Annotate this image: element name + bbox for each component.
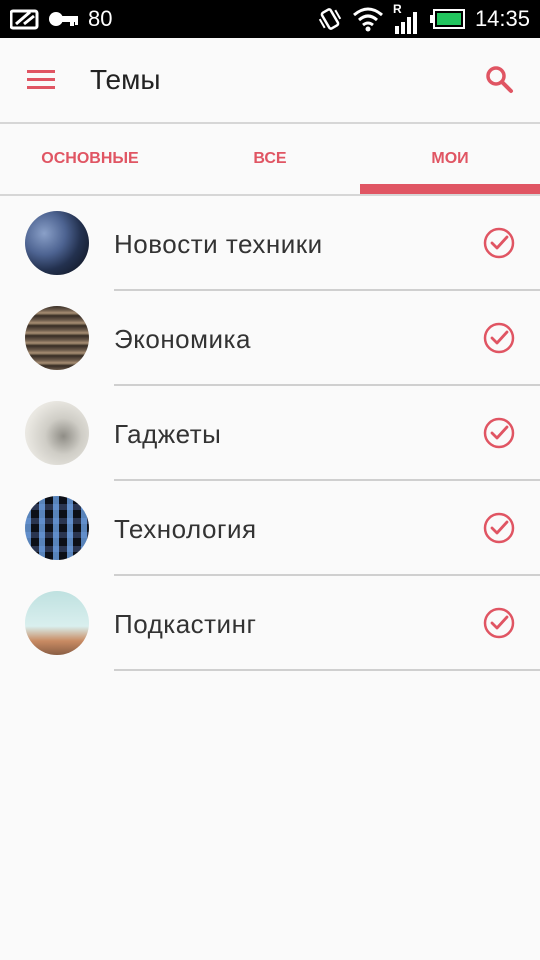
topic-avatar (25, 306, 89, 370)
divider (114, 669, 540, 671)
tab-all-label: ВСЕ (253, 150, 287, 167)
tab-mine[interactable]: МОИ (360, 124, 540, 194)
topic-label: Новости техники (114, 229, 323, 259)
topic-avatar (25, 401, 89, 465)
list-item-economy[interactable]: Экономика (0, 291, 540, 386)
list-item-gadgets[interactable]: Гаджеты (0, 386, 540, 481)
screenshot-notification-icon (10, 9, 39, 30)
topic-label: Подкастинг (114, 609, 257, 639)
app-bar: Темы (0, 38, 540, 124)
signal-strength-icon (394, 12, 417, 34)
tab-active-indicator (360, 184, 540, 194)
tab-main-label: ОСНОВНЫЕ (41, 150, 139, 167)
check-circle-icon[interactable] (482, 226, 516, 260)
key-icon (49, 12, 78, 26)
topic-label: Технология (114, 514, 257, 544)
battery-icon (429, 9, 465, 29)
search-icon (486, 66, 513, 93)
check-circle-icon[interactable] (482, 321, 516, 355)
page-title: Темы (90, 64, 161, 95)
topic-label: Экономика (114, 324, 251, 354)
list-item-technology[interactable]: Технология (0, 481, 540, 576)
status-bar: 80 R 14:35 (0, 0, 540, 38)
check-circle-icon[interactable] (482, 416, 516, 450)
topic-list: Новости техники Экономика Гаджеты Технол… (0, 196, 540, 671)
topic-label: Гаджеты (114, 419, 222, 449)
wifi-icon (352, 7, 383, 32)
list-item-podcasting[interactable]: Подкастинг (0, 576, 540, 671)
menu-icon (27, 70, 55, 89)
topic-avatar (25, 496, 89, 560)
tab-bar: ОСНОВНЫЕ ВСЕ МОИ (0, 124, 540, 196)
status-right: R 14:35 (317, 0, 530, 38)
menu-button[interactable] (24, 62, 60, 98)
tab-mine-label: МОИ (431, 150, 469, 167)
topic-avatar (25, 211, 89, 275)
battery-level-text: 80 (88, 6, 113, 31)
search-button[interactable] (482, 62, 518, 98)
check-circle-icon[interactable] (482, 606, 516, 640)
vibrate-icon (318, 8, 342, 30)
signal-group: R (393, 2, 421, 34)
tab-main[interactable]: ОСНОВНЫЕ (0, 124, 180, 194)
check-circle-icon[interactable] (482, 511, 516, 545)
status-left: 80 (10, 0, 112, 38)
clock: 14:35 (474, 6, 530, 31)
topic-avatar (25, 591, 89, 655)
list-item-tech-news[interactable]: Новости техники (0, 196, 540, 291)
tab-all[interactable]: ВСЕ (180, 124, 360, 194)
